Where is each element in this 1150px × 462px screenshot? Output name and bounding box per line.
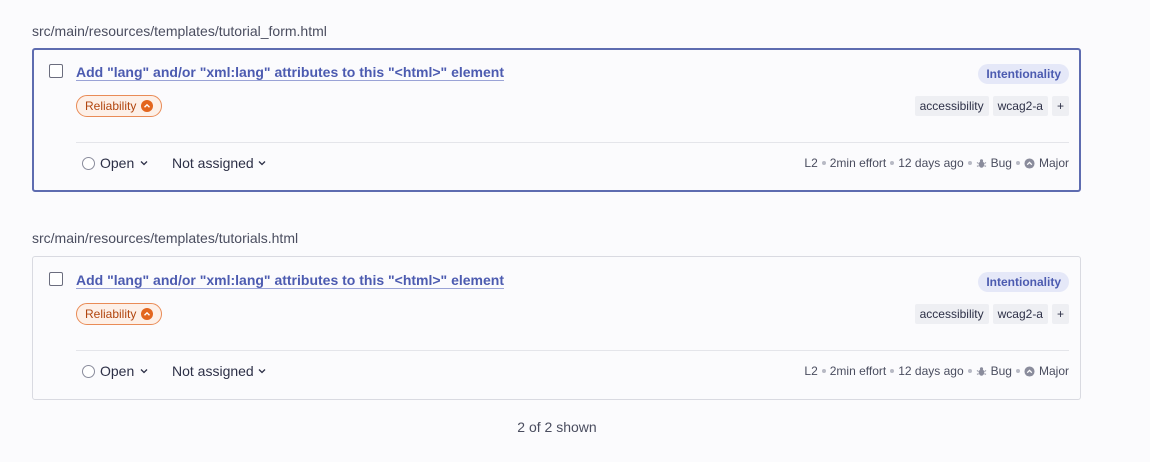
status-dropdown[interactable]: Open [82,363,149,379]
file-path: src/main/resources/templates/tutorials.h… [32,230,299,246]
separator-dot [821,161,826,165]
bug-icon [976,158,987,169]
divider [76,142,1069,143]
issue-type: Bug [990,364,1012,378]
divider [76,350,1069,351]
issue-title-link[interactable]: Add "lang" and/or "xml:lang" attributes … [76,272,504,288]
software-quality-badge[interactable]: Reliability [76,303,163,325]
bug-icon [976,366,987,377]
assignee-label: Not assigned [172,155,254,171]
tag[interactable]: accessibility [914,304,989,324]
tag-list[interactable]: accessibility wcag2-a + [914,96,1069,116]
chevron-up-circle-icon [141,100,154,112]
issue-card[interactable]: Add "lang" and/or "xml:lang" attributes … [32,256,1081,400]
clean-code-attribute-badge: Intentionality [978,64,1069,84]
severity: Major [1038,156,1069,170]
software-quality-label: Reliability [85,307,137,321]
results-count: 2 of 2 shown [517,419,597,435]
status-label: Open [100,155,135,171]
add-tag-button[interactable]: + [1051,96,1069,116]
issue-type: Bug [990,156,1012,170]
line-number: L2 [804,156,818,170]
status-dropdown[interactable]: Open [82,155,149,171]
issue-age: 12 days ago [898,364,964,378]
chevron-up-circle-icon [141,308,154,320]
chevron-down-icon [140,369,148,374]
software-quality-label: Reliability [85,99,137,113]
circle-icon [82,156,95,170]
tag[interactable]: accessibility [914,96,989,116]
chevron-down-icon [258,161,266,166]
add-tag-button[interactable]: + [1051,304,1069,324]
assignee-dropdown[interactable]: Not assigned [172,155,267,171]
circle-icon [82,364,95,378]
separator-dot [821,369,826,373]
issue-card[interactable]: Add "lang" and/or "xml:lang" attributes … [32,48,1081,192]
effort: 2min effort [829,156,887,170]
tag[interactable]: wcag2-a [992,96,1048,116]
file-path: src/main/resources/templates/tutorial_fo… [32,23,327,39]
separator-dot [890,369,895,373]
issues-list: src/main/resources/templates/tutorial_fo… [0,0,1150,462]
separator-dot [1015,369,1020,373]
chevron-down-icon [258,369,266,374]
status-label: Open [100,363,135,379]
issue-meta: L2 2min effort 12 days ago Bug Major [804,156,1069,170]
issue-checkbox[interactable] [49,272,63,286]
issue-age: 12 days ago [898,156,964,170]
severity: Major [1038,364,1069,378]
chevron-up-circle-icon [1024,365,1035,377]
software-quality-badge[interactable]: Reliability [76,95,163,117]
issue-title-link[interactable]: Add "lang" and/or "xml:lang" attributes … [76,64,504,80]
issue-checkbox[interactable] [49,64,63,78]
tag-list[interactable]: accessibility wcag2-a + [914,304,1069,324]
issue-meta: L2 2min effort 12 days ago Bug Major [804,364,1069,378]
chevron-down-icon [140,161,148,166]
assignee-label: Not assigned [172,363,254,379]
separator-dot [890,161,895,165]
clean-code-attribute-badge: Intentionality [978,272,1069,292]
chevron-up-circle-icon [1024,157,1035,169]
effort: 2min effort [829,364,887,378]
separator-dot [1015,161,1020,165]
separator-dot [967,161,972,165]
separator-dot [967,369,972,373]
line-number: L2 [804,364,818,378]
tag[interactable]: wcag2-a [992,304,1048,324]
assignee-dropdown[interactable]: Not assigned [172,363,267,379]
